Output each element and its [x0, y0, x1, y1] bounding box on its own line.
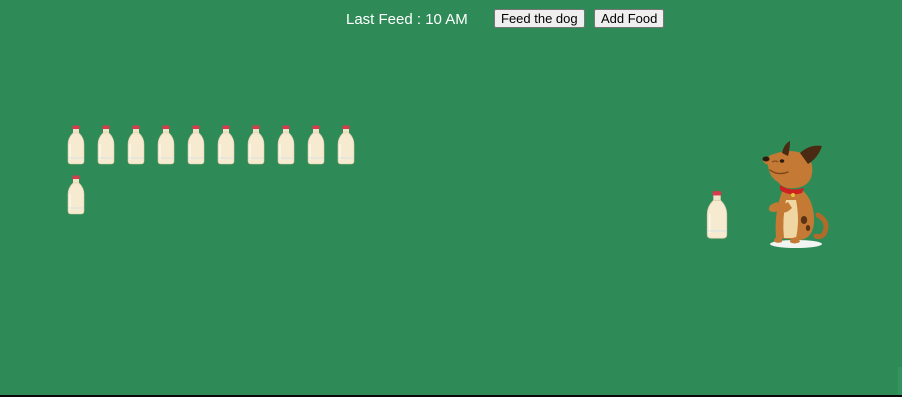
canvas-edge-mark	[898, 367, 902, 395]
milk-bottle-icon	[706, 188, 728, 242]
milk-bottle-icon	[337, 125, 355, 165]
dog-icon	[760, 140, 832, 250]
milk-bottle-icon	[277, 125, 295, 165]
top-bar: Last Feed : 10 AM Feed the dog Add Food	[0, 8, 902, 30]
page-bottom-border	[0, 395, 902, 397]
feed-dog-button[interactable]: Feed the dog	[494, 9, 585, 28]
milk-bottle-icon	[97, 125, 115, 165]
milk-bottle-icon	[307, 125, 325, 165]
milk-bottle-icon	[247, 125, 265, 165]
milk-bottle-icon	[157, 125, 175, 165]
milk-bottle-icon	[67, 175, 85, 215]
milk-bottle-icon	[67, 125, 85, 165]
milk-bottle-icon	[217, 125, 235, 165]
last-feed-label: Last Feed : 10 AM	[346, 11, 468, 28]
add-food-button[interactable]: Add Food	[594, 9, 665, 28]
milk-bottle-icon	[127, 125, 145, 165]
milk-bottle-icon	[187, 125, 205, 165]
game-canvas: Last Feed : 10 AM Feed the dog Add Food	[0, 0, 902, 395]
